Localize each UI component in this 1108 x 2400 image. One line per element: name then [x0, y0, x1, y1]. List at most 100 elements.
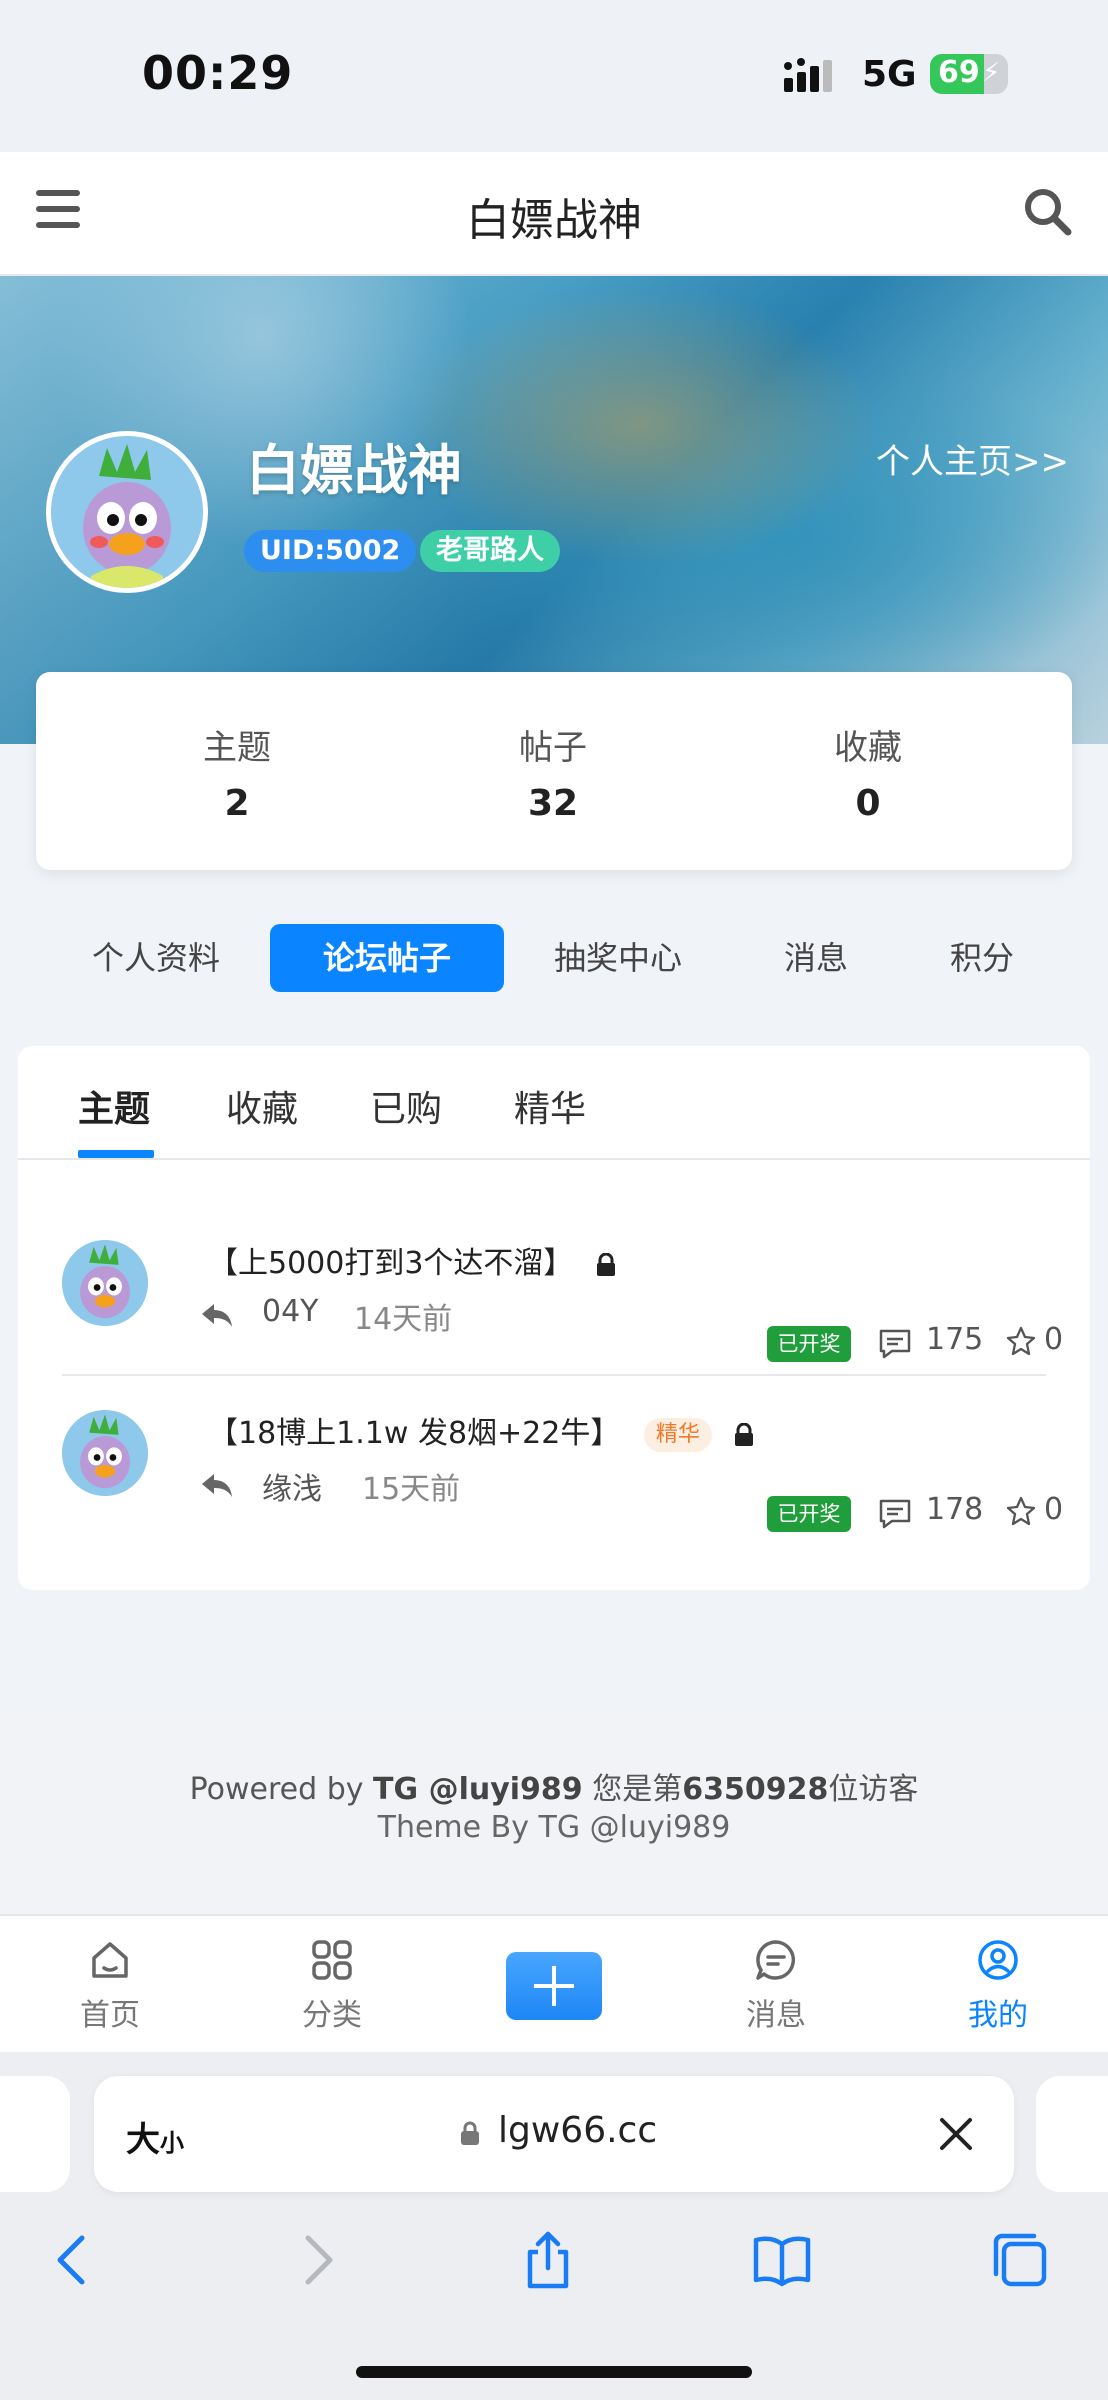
post-subtabs: 主题 收藏 已购 精华: [18, 1046, 1090, 1160]
active-tab-indicator: [78, 1150, 154, 1158]
star-icon[interactable]: [1006, 1326, 1036, 1356]
text-size-small: 小: [160, 2129, 184, 2157]
grid-icon: [312, 1940, 352, 1980]
tabbar-messages[interactable]: 消息: [716, 1938, 836, 2034]
stats-card: 主题 2 帖子 32 收藏 0: [36, 672, 1072, 870]
next-tab-peek[interactable]: [1036, 2076, 1108, 2192]
powered-tg[interactable]: TG @luyi989: [373, 1772, 583, 1807]
post-time: 15天前: [362, 1472, 461, 1507]
powered-prefix: Powered by: [189, 1772, 374, 1807]
close-icon[interactable]: [936, 2114, 976, 2154]
post-time: 14天前: [354, 1302, 453, 1337]
top-nav: 白嫖战神: [0, 152, 1108, 276]
tabbar-home[interactable]: 首页: [50, 1938, 170, 2034]
stat-label: 帖子: [519, 728, 587, 768]
reply-icon: [202, 1304, 232, 1327]
stat-topics[interactable]: 主题 2: [137, 720, 337, 824]
new-post-button[interactable]: [506, 1952, 602, 2020]
post-title-row[interactable]: 【上5000打到3个达不溜】: [208, 1238, 617, 1282]
uid-badge: UID:5002: [244, 530, 417, 572]
star-icon[interactable]: [1006, 1496, 1036, 1526]
stat-favorites[interactable]: 收藏 0: [768, 720, 968, 824]
theme-credit: Theme By TG @luyi989: [377, 1810, 731, 1845]
divider: [62, 1374, 1046, 1376]
list-item[interactable]: 【上5000打到3个达不溜】 04Y 14天前 已开奖 175 0: [62, 1216, 1063, 1386]
bottom-tab-bar: 首页 分类 消息 我的: [0, 1914, 1108, 2052]
tab-lottery-center[interactable]: 抽奖中心: [538, 924, 698, 992]
list-item[interactable]: 【18博上1.1w 发8烟+22牛】 精华 缘浅 15天前 已开奖 178 0: [62, 1386, 1063, 1556]
url-text[interactable]: lgw66.cc: [498, 2110, 657, 2151]
battery-level: 69: [938, 55, 980, 90]
prev-tab-peek[interactable]: [0, 2076, 70, 2192]
tab-forum-posts[interactable]: 论坛帖子: [270, 924, 504, 992]
status-time: 00:29: [142, 46, 294, 100]
user-avatar[interactable]: [46, 431, 208, 593]
post-title: 【上5000打到3个达不溜】: [208, 1246, 574, 1281]
powered-by-line: Powered by TG @luyi989 您是第6350928位访客: [0, 1764, 1108, 1808]
subtab-topics[interactable]: 主题: [78, 1080, 150, 1132]
network-type: 5G: [862, 54, 917, 95]
home-icon: [92, 1942, 128, 1978]
lottery-drawn-badge: 已开奖: [767, 1326, 851, 1362]
signal-icon: [784, 58, 832, 92]
subtab-purchased[interactable]: 已购: [370, 1080, 442, 1132]
lock-icon: [461, 2121, 479, 2145]
text-size-button[interactable]: 大小: [126, 2112, 184, 2161]
home-indicator: [356, 2366, 752, 2378]
stat-value: 32: [527, 783, 579, 824]
site-footer: Powered by TG @luyi989 您是第6350928位访客 The…: [0, 1706, 1108, 1914]
comment-count: 175: [926, 1322, 984, 1357]
stat-label: 主题: [203, 728, 271, 768]
username: 白嫖战神: [246, 439, 462, 502]
posts-panel: 主题 收藏 已购 精华 【上5000打到3个达不溜】 04Y 14天前 已开奖 …: [18, 1046, 1090, 1590]
lottery-drawn-badge: 已开奖: [767, 1496, 851, 1532]
visitor-suffix: 位访客: [828, 1772, 919, 1807]
tabbar-mine[interactable]: 我的: [938, 1938, 1058, 2034]
lock-icon: [596, 1252, 615, 1276]
plus-icon-h: [534, 1984, 574, 1988]
share-icon[interactable]: [518, 2230, 578, 2290]
browser-toolbar: 大小 lgw66.cc: [0, 2052, 1108, 2400]
user-circle-icon: [978, 1940, 1018, 1980]
star-count: 0: [1044, 1492, 1064, 1527]
lock-icon: [735, 1422, 754, 1446]
author-avatar[interactable]: [62, 1240, 148, 1326]
tab-profile-info[interactable]: 个人资料: [76, 924, 236, 992]
post-author[interactable]: 缘浅: [262, 1464, 322, 1508]
visitor-prefix: 您是第: [582, 1772, 683, 1807]
chat-icon: [756, 1940, 796, 1980]
stat-value: 0: [855, 783, 881, 824]
post-author[interactable]: 04Y: [262, 1294, 319, 1329]
visitor-count: 6350928: [682, 1772, 829, 1807]
tabs-icon[interactable]: [990, 2230, 1050, 2290]
tabbar-label: 分类: [302, 1998, 362, 2033]
tabbar-label: 首页: [80, 1998, 140, 2033]
dragon-avatar-icon: [51, 436, 203, 588]
status-bar: 00:29 5G 69 ⚡: [0, 0, 1108, 152]
tab-messages[interactable]: 消息: [756, 924, 876, 992]
stat-posts[interactable]: 帖子 32: [453, 720, 653, 824]
post-title-row[interactable]: 【18博上1.1w 发8烟+22牛】 精华: [208, 1408, 755, 1452]
comment-icon: [879, 1499, 911, 1529]
level-badge: 老哥路人: [420, 530, 560, 572]
tabbar-label: 消息: [746, 1998, 806, 2033]
homepage-link[interactable]: 个人主页>>: [876, 434, 1069, 483]
back-icon[interactable]: [44, 2230, 104, 2290]
address-bar[interactable]: 大小 lgw66.cc: [94, 2076, 1014, 2192]
subtab-essence[interactable]: 精华: [514, 1080, 586, 1132]
post-title: 【18博上1.1w 发8烟+22牛】: [208, 1416, 621, 1451]
bookmarks-icon[interactable]: [752, 2230, 812, 2290]
tab-points[interactable]: 积分: [922, 924, 1042, 992]
comment-icon: [879, 1329, 911, 1359]
tabbar-label: 我的: [968, 1998, 1028, 2033]
subtab-favorites[interactable]: 收藏: [226, 1080, 298, 1132]
forward-icon[interactable]: [286, 2230, 346, 2290]
search-icon[interactable]: [1022, 186, 1074, 238]
author-avatar[interactable]: [62, 1410, 148, 1496]
reply-icon: [202, 1474, 232, 1497]
star-count: 0: [1044, 1322, 1064, 1357]
essence-tag: 精华: [643, 1417, 712, 1452]
page-title: 白嫖战神: [466, 195, 642, 246]
battery-icon: 69 ⚡: [930, 54, 1008, 94]
tabbar-category[interactable]: 分类: [272, 1938, 392, 2034]
